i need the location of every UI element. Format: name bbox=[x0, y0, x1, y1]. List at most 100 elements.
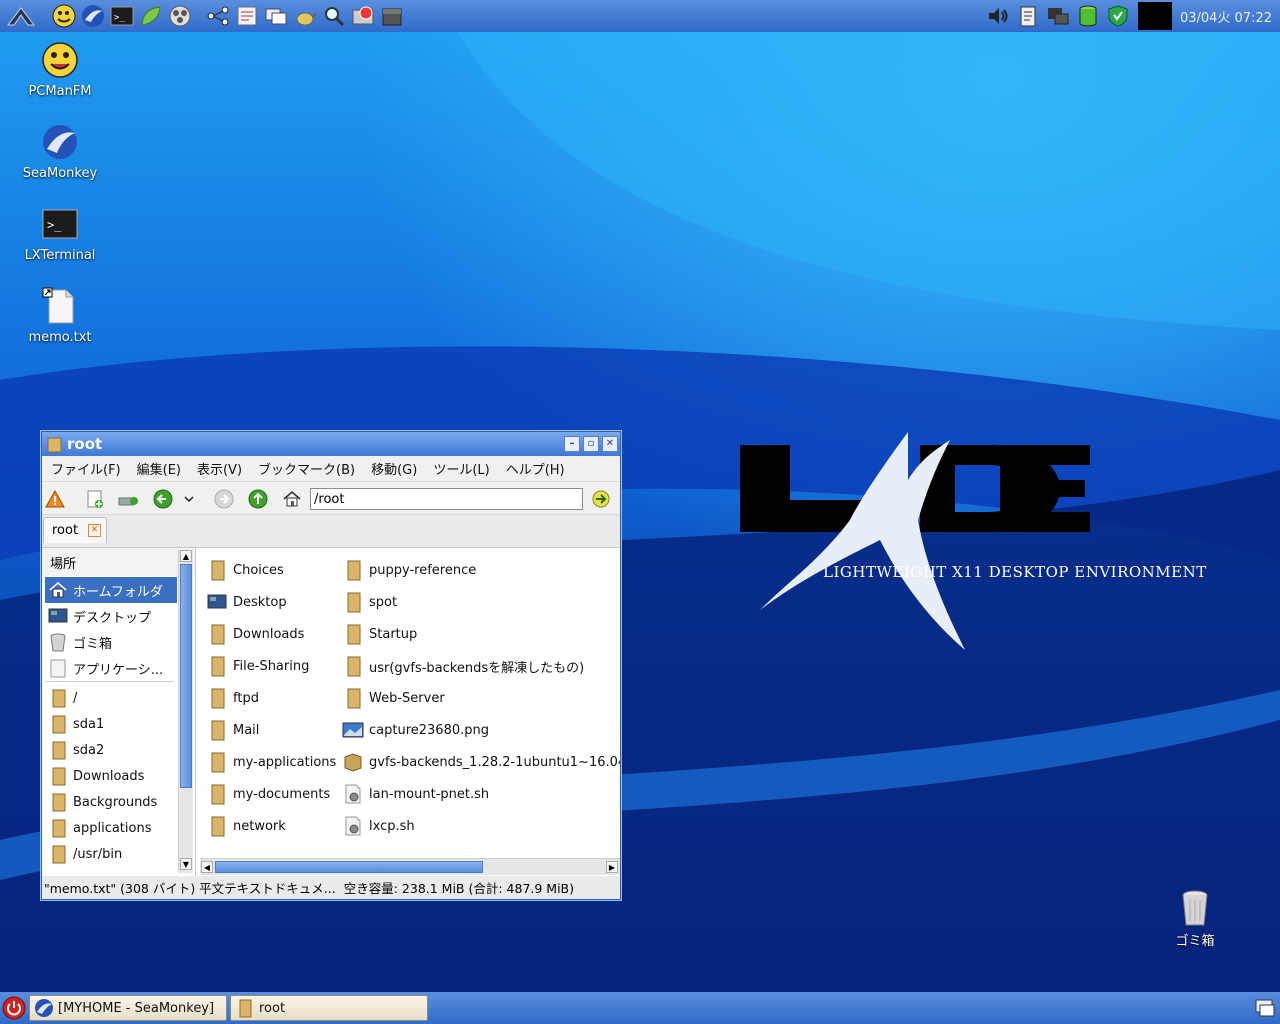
scroll-right-arrow-icon[interactable]: ▶ bbox=[606, 861, 618, 873]
menu-help[interactable]: ヘルプ(H) bbox=[498, 459, 573, 478]
file-item[interactable]: lan-mount-pnet.sh bbox=[342, 781, 489, 807]
clipboard-icon[interactable] bbox=[1016, 4, 1040, 28]
go-button[interactable] bbox=[590, 488, 612, 510]
taskbar-item-root[interactable]: root bbox=[230, 995, 428, 1021]
minimize-button[interactable]: – bbox=[564, 436, 580, 452]
file-name: capture23680.png bbox=[369, 722, 489, 738]
tab-root[interactable]: root ✕ bbox=[43, 517, 107, 543]
file-item[interactable]: File-Sharing bbox=[206, 653, 309, 679]
file-item[interactable]: lxcp.sh bbox=[342, 813, 415, 839]
new-tab-button[interactable] bbox=[84, 488, 106, 510]
desktop-icon-pcmanfm[interactable]: PCManFM bbox=[10, 40, 110, 99]
package-icon[interactable] bbox=[380, 4, 404, 28]
leaf-icon[interactable] bbox=[139, 4, 163, 28]
menu-bookmarks[interactable]: ブックマーク(B) bbox=[250, 459, 363, 478]
pcmanfm-icon[interactable] bbox=[52, 4, 76, 28]
bookmark-item[interactable]: /usr/bin bbox=[45, 841, 177, 867]
forward-button[interactable] bbox=[213, 488, 235, 510]
bookmark-item[interactable]: applications bbox=[45, 815, 177, 841]
file-item[interactable]: my-documents bbox=[206, 781, 330, 807]
location-input[interactable] bbox=[310, 488, 583, 510]
media-icon[interactable] bbox=[168, 4, 192, 28]
file-item[interactable]: Startup bbox=[342, 621, 417, 647]
menu-tools[interactable]: ツール(L) bbox=[425, 459, 497, 478]
scroll-left-arrow-icon[interactable]: ◀ bbox=[201, 861, 213, 873]
warning-icon[interactable] bbox=[44, 488, 66, 510]
file-item[interactable]: Choices bbox=[206, 557, 284, 583]
search-icon[interactable] bbox=[322, 4, 346, 28]
history-dropdown-chevron-icon[interactable] bbox=[182, 488, 196, 510]
file-item[interactable]: capture23680.png bbox=[342, 717, 489, 743]
file-item[interactable]: gvfs-backends_1.28.2-1ubuntu1~16.04 bbox=[342, 749, 620, 775]
seamonkey-icon[interactable] bbox=[81, 4, 105, 28]
file-item[interactable]: Desktop bbox=[206, 589, 287, 615]
taskbar-item-label: [MYHOME - SeaMonkey] bbox=[58, 1000, 215, 1016]
file-pane-h-scrollbar[interactable]: ◀ ▶ bbox=[200, 858, 620, 875]
scrollbar-thumb[interactable] bbox=[215, 861, 483, 873]
folder-icon bbox=[342, 559, 364, 581]
bookmark-item[interactable]: Backgrounds bbox=[45, 789, 177, 815]
file-item[interactable]: ftpd bbox=[206, 685, 259, 711]
bookmark-item[interactable]: Downloads bbox=[45, 763, 177, 789]
place-home[interactable]: ホームフォルダ bbox=[45, 577, 177, 603]
menu-go[interactable]: 移動(G) bbox=[363, 459, 425, 478]
place-trash[interactable]: ゴミ箱 bbox=[45, 629, 177, 655]
desktop-icon-seamonkey[interactable]: SeaMonkey bbox=[10, 122, 110, 181]
power-icon[interactable] bbox=[2, 996, 26, 1020]
windows-icon[interactable] bbox=[264, 4, 288, 28]
file-item[interactable]: Mail bbox=[206, 717, 259, 743]
folder-icon bbox=[206, 751, 228, 773]
network-icon[interactable] bbox=[206, 4, 230, 28]
tab-close-icon[interactable]: ✕ bbox=[88, 524, 102, 537]
folder-icon bbox=[206, 719, 228, 741]
scroll-down-arrow-icon[interactable]: ▼ bbox=[180, 858, 192, 870]
folder-icon bbox=[47, 739, 69, 761]
side-pane-selector[interactable]: 場所 ▼ bbox=[42, 548, 195, 576]
scroll-up-arrow-icon[interactable]: ▲ bbox=[180, 550, 192, 562]
file-item[interactable]: Downloads bbox=[206, 621, 304, 647]
menu-edit[interactable]: 編集(E) bbox=[129, 459, 189, 478]
show-desktop-icon[interactable] bbox=[1254, 997, 1276, 1019]
file-item[interactable]: puppy-reference bbox=[342, 557, 476, 583]
network-monitor-icon[interactable] bbox=[1046, 4, 1070, 28]
back-button[interactable] bbox=[152, 488, 174, 510]
clock[interactable]: 03/04火 07:22 bbox=[1180, 7, 1272, 26]
file-item[interactable]: usr(gvfs-backendsを解凍したもの) bbox=[342, 653, 584, 679]
menu-view[interactable]: 表示(V) bbox=[189, 459, 250, 478]
home-button[interactable] bbox=[281, 488, 303, 510]
window-titlebar[interactable]: root – ▫ ✕ bbox=[42, 432, 620, 456]
desktop-icon-memo[interactable]: memo.txt bbox=[10, 286, 110, 345]
place-applications[interactable]: アプリケーシ... bbox=[45, 655, 177, 681]
shield-icon[interactable] bbox=[1106, 4, 1130, 28]
file-name: lan-mount-pnet.sh bbox=[369, 786, 490, 802]
lxde-menu-icon[interactable] bbox=[6, 4, 36, 28]
notepad-icon[interactable] bbox=[235, 4, 259, 28]
file-item[interactable]: Web-Server bbox=[342, 685, 445, 711]
side-pane-scrollbar[interactable]: ▲ ▼ bbox=[178, 550, 193, 873]
bookmark-item[interactable]: / bbox=[45, 685, 177, 711]
file-item[interactable]: network bbox=[206, 813, 286, 839]
up-button[interactable] bbox=[247, 488, 269, 510]
drive-icon[interactable] bbox=[1076, 4, 1100, 28]
taskbar-item-seamonkey[interactable]: [MYHOME - SeaMonkey] bbox=[29, 995, 227, 1021]
file-item[interactable]: my-applications bbox=[206, 749, 336, 775]
terminal-icon[interactable]: >_ bbox=[110, 4, 134, 28]
file-item[interactable]: spot bbox=[342, 589, 397, 615]
close-button[interactable]: ✕ bbox=[602, 436, 618, 452]
place-label: ホームフォルダ bbox=[73, 584, 163, 600]
place-desktop[interactable]: デスクトップ bbox=[45, 603, 177, 629]
menu-file[interactable]: ファイル(F) bbox=[42, 459, 129, 478]
scrollbar-thumb[interactable] bbox=[180, 564, 192, 788]
desktop-icon-trash[interactable]: ゴミ箱 bbox=[1150, 888, 1240, 949]
teapot-icon[interactable] bbox=[293, 4, 317, 28]
disk-tool-icon[interactable] bbox=[351, 4, 375, 28]
desktop-icon-lxterminal[interactable]: >_ LXTerminal bbox=[10, 204, 110, 263]
side-pane-separator bbox=[46, 681, 174, 682]
maximize-button[interactable]: ▫ bbox=[583, 436, 599, 452]
desktop-icon bbox=[47, 605, 69, 627]
place-label: デスクトップ bbox=[73, 610, 152, 626]
bookmark-item[interactable]: sda2 bbox=[45, 737, 177, 763]
bookmark-item[interactable]: sda1 bbox=[45, 711, 177, 737]
volume-icon[interactable] bbox=[986, 4, 1010, 28]
new-window-button[interactable] bbox=[117, 488, 139, 510]
